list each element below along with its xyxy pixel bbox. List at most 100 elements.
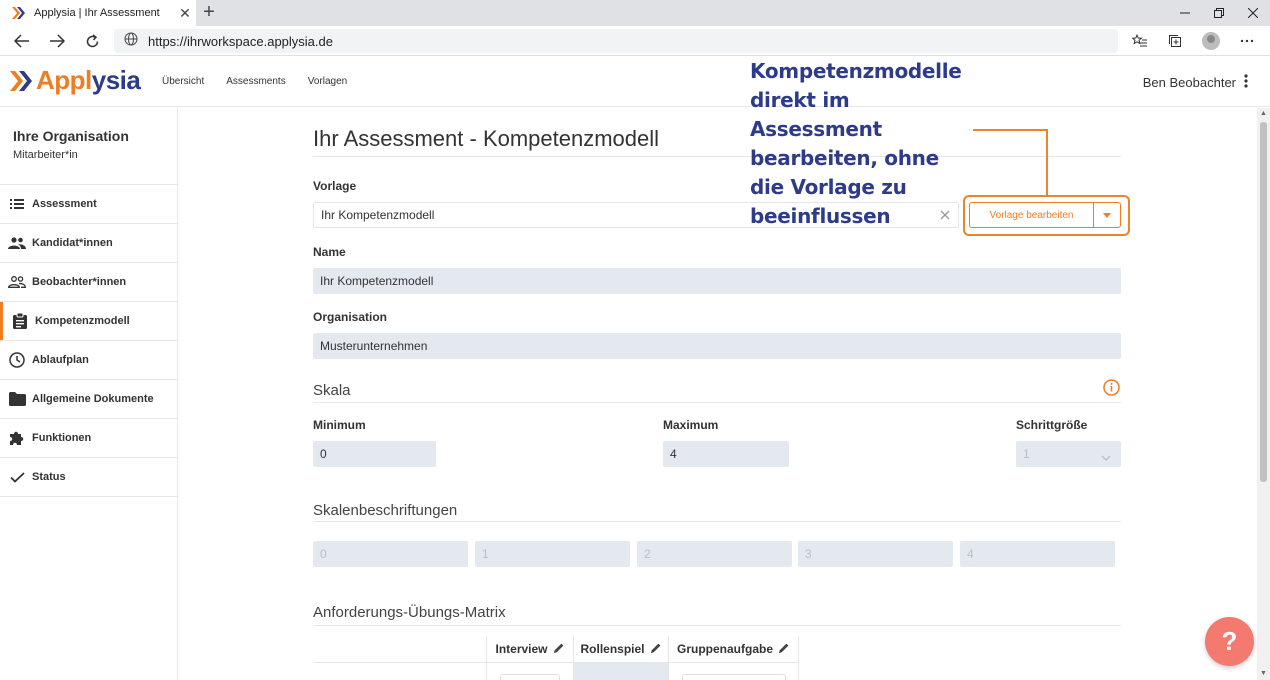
clock-icon <box>8 352 26 368</box>
kebab-menu-icon[interactable] <box>1244 74 1248 91</box>
sidebar-item-label: Allgemeine Dokumente <box>32 393 154 405</box>
browser-address-bar: https://ihrworkspace.applysia.de <box>0 26 1270 56</box>
sidebar-item-label: Ablaufplan <box>32 354 89 366</box>
organisation-label: Organisation <box>313 310 388 324</box>
back-arrow-icon[interactable] <box>10 30 34 52</box>
sidebar-item-assessment[interactable]: Assessment <box>0 185 177 224</box>
sidebar: Ihre Organisation Mitarbeiter*in Assessm… <box>0 108 178 680</box>
more-options-icon[interactable] <box>1234 30 1260 52</box>
name-field[interactable]: Ihr Kompetenzmodell <box>313 268 1121 294</box>
url-text: https://ihrworkspace.applysia.de <box>148 33 333 49</box>
minimum-field[interactable]: 0 <box>313 441 436 467</box>
minimum-label: Minimum <box>313 418 366 432</box>
close-window-icon[interactable] <box>1236 0 1270 26</box>
restore-icon[interactable] <box>1202 0 1236 26</box>
matrix-row-divider <box>313 662 486 663</box>
close-tab-icon[interactable]: ✕ <box>174 5 196 22</box>
applysia-logo[interactable]: Applysia <box>10 65 141 96</box>
sidebar-item-funktionen[interactable]: Funktionen <box>0 419 177 458</box>
browser-tab-bar: Applysia | Ihr Assessment ✕ + <box>0 0 1270 26</box>
applysia-logo-icon <box>10 69 34 93</box>
annotation-connector <box>973 129 1048 131</box>
skala-divider <box>313 402 1121 403</box>
reload-icon[interactable] <box>80 30 104 52</box>
organisation-box: Ihre Organisation Mitarbeiter*in <box>0 108 177 185</box>
profile-avatar-icon[interactable] <box>1198 30 1224 52</box>
scale-label-input[interactable]: 1 <box>475 541 630 567</box>
sidebar-item-label: Assessment <box>32 198 97 210</box>
skala-section-title: Skala <box>313 382 351 399</box>
annotation-highlight-box <box>963 195 1130 236</box>
page-title: Ihr Assessment - Kompetenzmodell <box>313 126 660 151</box>
tab-title: Applysia | Ihr Assessment <box>34 7 160 19</box>
annotation-text: Kompetenzmodelle direkt im Assessment be… <box>750 59 962 228</box>
vorlage-label: Vorlage <box>313 179 357 193</box>
annotation-connector <box>1046 129 1048 196</box>
scroll-down-arrow-icon[interactable]: ▼ <box>1257 668 1270 680</box>
skalenbeschriftungen-title: Skalenbeschriftungen <box>313 502 458 519</box>
logo-text: Applysia <box>36 65 141 95</box>
url-input[interactable]: https://ihrworkspace.applysia.de <box>114 29 1118 53</box>
matrix-column-gruppenaufgabe: Gruppenaufgabe <box>668 636 798 662</box>
schrittgroesse-select[interactable]: 1 <box>1016 441 1121 467</box>
scroll-thumb[interactable] <box>1260 122 1267 482</box>
organisation-name: Ihre Organisation <box>13 128 129 144</box>
schrittgroesse-label: Schrittgröße <box>1016 418 1088 432</box>
info-icon[interactable] <box>1103 379 1120 401</box>
pencil-icon[interactable] <box>553 642 564 656</box>
help-button[interactable]: ? <box>1205 617 1254 666</box>
pencil-icon[interactable] <box>650 642 661 656</box>
favorites-icon[interactable] <box>1127 30 1153 52</box>
new-tab-icon[interactable]: + <box>200 2 218 22</box>
page-scrollbar[interactable]: ▲ ▼ <box>1257 108 1270 680</box>
matrix-cell <box>573 663 668 680</box>
matrix-cell-input[interactable] <box>500 674 560 680</box>
window-controls <box>1168 0 1270 26</box>
scale-label-input[interactable]: 4 <box>960 541 1115 567</box>
sidebar-item-ablaufplan[interactable]: Ablaufplan <box>0 341 177 380</box>
sidebar-item-status[interactable]: Status <box>0 458 177 497</box>
nav-assessments[interactable]: Assessments <box>226 76 285 87</box>
scale-label-input[interactable]: 0 <box>313 541 468 567</box>
schrittgroesse-value: 1 <box>1023 447 1030 461</box>
scale-label-input[interactable]: 2 <box>637 541 792 567</box>
people-outline-icon <box>8 274 26 290</box>
list-icon <box>8 196 26 212</box>
maximum-label: Maximum <box>663 418 719 432</box>
pencil-icon[interactable] <box>779 642 789 656</box>
folder-icon <box>8 391 26 407</box>
app-header: Applysia Übersicht Assessments Vorlagen … <box>0 57 1270 107</box>
matrix-section-title: Anforderungs-Übungs-Matrix <box>313 604 506 621</box>
chevron-down-icon <box>1101 450 1111 464</box>
matrix-divider <box>313 625 1121 626</box>
organisation-field[interactable]: Musterunternehmen <box>313 333 1121 359</box>
sidebar-item-beobachterinnen[interactable]: Beobachter*innen <box>0 263 177 302</box>
sidebar-item-allgemeine-dokumente[interactable]: Allgemeine Dokumente <box>0 380 177 419</box>
sidebar-item-label: Kandidat*innen <box>32 237 113 249</box>
clipboard-icon <box>11 313 29 329</box>
nav-uebersicht[interactable]: Übersicht <box>162 76 204 87</box>
user-menu[interactable]: Ben Beobachter <box>1143 74 1248 91</box>
user-name: Ben Beobachter <box>1142 75 1236 90</box>
nav-vorlagen[interactable]: Vorlagen <box>308 76 347 87</box>
scale-label-input[interactable]: 3 <box>798 541 953 567</box>
maximum-field[interactable]: 4 <box>663 441 789 467</box>
browser-tab[interactable]: Applysia | Ihr Assessment ✕ <box>0 0 196 26</box>
skalenbeschriftungen-divider <box>313 521 1121 522</box>
people-icon <box>8 235 26 251</box>
collections-icon[interactable] <box>1162 30 1188 52</box>
sidebar-item-label: Funktionen <box>32 432 92 444</box>
minimize-icon[interactable] <box>1168 0 1202 26</box>
sidebar-item-kandidatinnen[interactable]: Kandidat*innen <box>0 224 177 263</box>
sidebar-item-label: Status <box>32 471 66 483</box>
scroll-up-arrow-icon[interactable]: ▲ <box>1257 108 1270 120</box>
top-navigation: Übersicht Assessments Vorlagen <box>162 76 347 87</box>
forward-arrow-icon[interactable] <box>45 30 69 52</box>
matrix-column-interview: Interview <box>486 636 573 662</box>
sidebar-item-label: Beobachter*innen <box>32 276 127 288</box>
puzzle-icon <box>8 430 26 446</box>
matrix-col-divider <box>798 636 799 680</box>
organisation-role: Mitarbeiter*in <box>13 149 78 161</box>
sidebar-item-kompetenzmodell[interactable]: Kompetenzmodell <box>0 302 177 341</box>
matrix-cell-input[interactable] <box>682 674 786 680</box>
